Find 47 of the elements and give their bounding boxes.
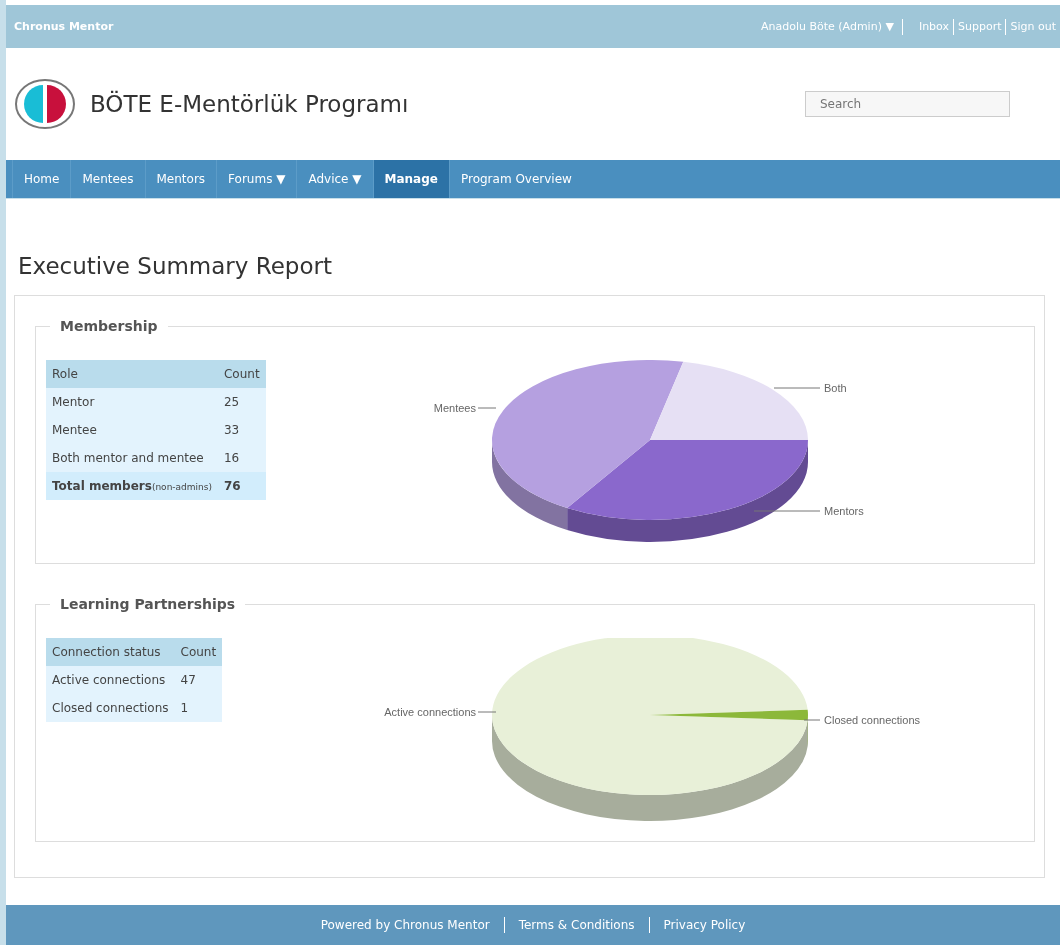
top-link[interactable]: Sign out [1005,18,1060,35]
section-title: Membership [59,318,159,334]
column-header: Role [46,360,218,388]
slice-label: Active connections [384,706,476,718]
column-header: Count [174,638,223,666]
table-cell: Both mentor and mentee [46,444,218,472]
nav-tab[interactable]: Mentees [70,160,145,198]
table-cell: 25 [218,388,266,416]
leader-line [803,719,821,721]
table-cell: 16 [218,444,266,472]
slice-label: Mentors [824,505,864,517]
leader-line [753,510,821,512]
table-cell: Closed connections [46,694,175,722]
nav-tab[interactable]: Program Overview [448,160,583,198]
search-field[interactable]: Search [805,91,1010,117]
table-cell: 47 [174,666,223,694]
footer-link[interactable]: Privacy Policy [655,918,754,932]
table-cell: 1 [174,694,223,722]
nav-tab[interactable]: Forums ▼ [216,160,297,198]
table-cell: Active connections [46,666,175,694]
column-header: Connection status [46,638,175,666]
top-link[interactable]: Inbox [914,18,953,35]
nav-tab[interactable]: Advice ▼ [296,160,373,198]
table-cell: 76 [218,472,266,500]
footer-link[interactable]: Powered by Chronus Mentor [312,918,498,932]
leader-line [773,387,821,389]
nav-tab[interactable]: Home [12,160,71,198]
nav-tab[interactable]: Mentors [144,160,217,198]
footer-link[interactable]: Terms & Conditions [510,918,643,932]
leader-line [477,407,497,409]
table-cell: Total members(non-admins) [46,472,218,500]
logo-icon [14,77,76,131]
section-title: Learning Partnerships [59,596,237,612]
user-menu[interactable]: Anadolu Böte (Admin) ▼ [756,18,903,35]
slice-label: Closed connections [824,714,920,726]
brand-name: Chronus Mentor [14,20,114,33]
top-link[interactable]: Support [953,18,1006,35]
program-title: BÖTE E-Mentörlük Programı [90,91,410,117]
slice-label: Mentees [433,402,476,414]
column-header: Count [218,360,266,388]
table-cell: Mentee [46,416,218,444]
table-cell: Mentor [46,388,218,416]
nav-tab[interactable]: Manage [372,160,449,198]
table-cell: 33 [218,416,266,444]
leader-line [477,711,497,713]
page-title: Executive Summary Report [18,253,333,279]
slice-label: Both [824,382,847,394]
